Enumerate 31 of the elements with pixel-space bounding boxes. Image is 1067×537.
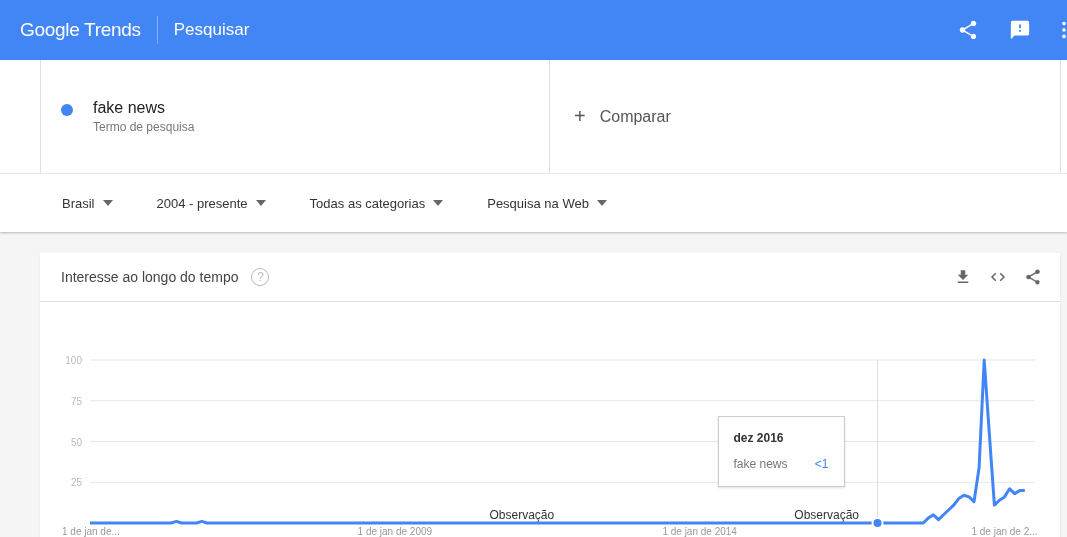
page-title: Pesquisar bbox=[172, 20, 251, 40]
x-tick-label: 1 de jan de 2009 bbox=[357, 526, 433, 537]
y-tick-label: 100 bbox=[65, 355, 82, 366]
x-tick-label: 1 de jan de... bbox=[62, 526, 120, 537]
tooltip-date: dez 2016 bbox=[733, 431, 785, 445]
logo[interactable]: Google Trends bbox=[20, 16, 158, 44]
filter-dropdown[interactable]: Brasil bbox=[54, 189, 121, 217]
feedback-icon[interactable] bbox=[1009, 19, 1031, 41]
caret-icon bbox=[255, 200, 266, 206]
annotation-label[interactable]: Observação bbox=[794, 508, 860, 522]
card-title: Interesse ao longo do tempo bbox=[61, 269, 239, 285]
annotation-label[interactable]: Observação bbox=[489, 508, 555, 522]
y-tick-label: 50 bbox=[70, 436, 82, 448]
share-icon[interactable] bbox=[957, 19, 979, 41]
search-term[interactable]: fake news bbox=[93, 99, 195, 117]
x-tick-label: 1 de jan de 2014 bbox=[662, 526, 737, 537]
tooltip-series: fake news bbox=[733, 457, 788, 471]
caret-icon bbox=[433, 200, 444, 206]
filter-dropdown[interactable]: Todas as categorias bbox=[301, 189, 452, 217]
hover-point bbox=[871, 517, 884, 529]
y-tick-label: 75 bbox=[70, 395, 82, 407]
x-tick-label: 1 de jan de 2... bbox=[971, 526, 1038, 537]
tooltip-value: <1 bbox=[814, 457, 829, 471]
filter-dropdown[interactable]: Pesquisa na Web bbox=[479, 189, 615, 217]
caret-icon bbox=[596, 200, 607, 206]
filter-dropdown[interactable]: 2004 - presente bbox=[148, 189, 274, 217]
more-icon[interactable] bbox=[1061, 19, 1067, 41]
share-icon[interactable] bbox=[1024, 268, 1042, 286]
term-subtitle: Termo de pesquisa bbox=[93, 120, 195, 134]
y-tick-label: 25 bbox=[70, 477, 82, 489]
caret-icon bbox=[102, 200, 113, 206]
